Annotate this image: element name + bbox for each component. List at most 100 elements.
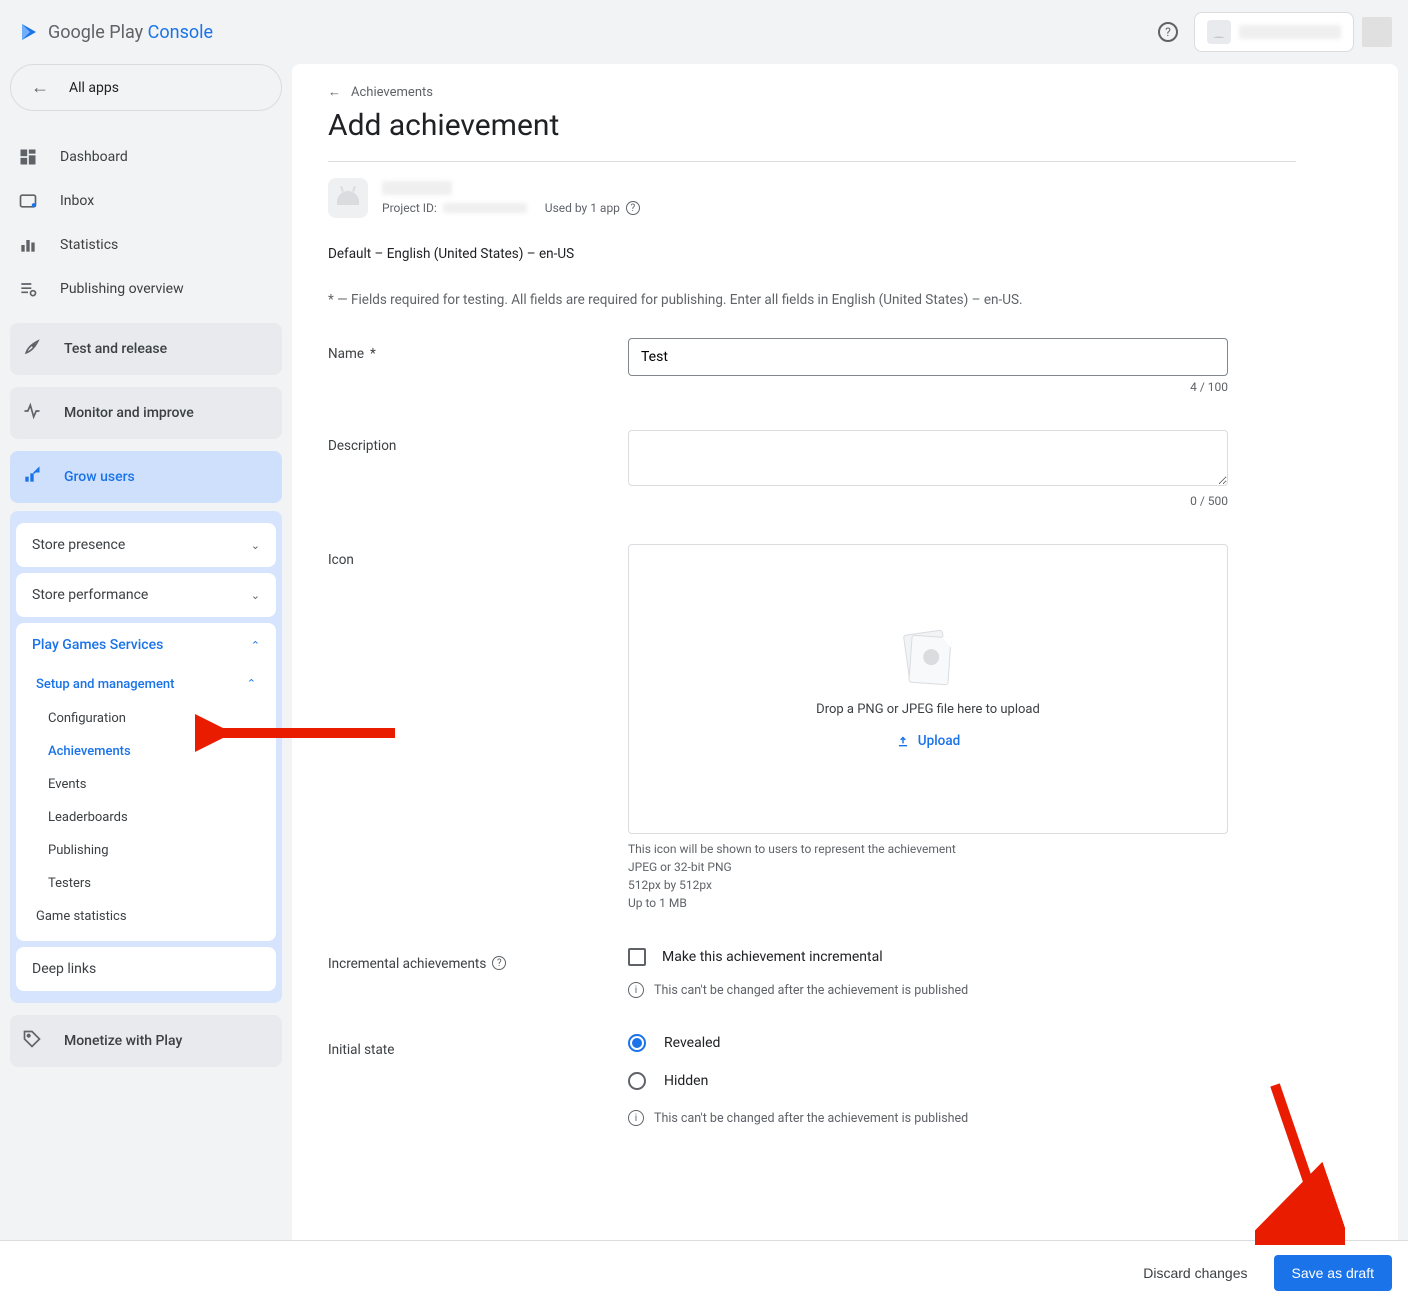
tag-icon — [22, 1029, 42, 1053]
sidebar-item-events[interactable]: Events — [16, 768, 276, 801]
icon-help-line: Up to 1 MB — [628, 894, 1228, 912]
info-icon: i — [628, 982, 644, 998]
name-char-count: 4 / 100 — [628, 380, 1228, 394]
info-icon: i — [628, 1110, 644, 1126]
icon-help-line: This icon will be shown to users to repr… — [628, 840, 1228, 858]
description-char-count: 0 / 500 — [628, 494, 1228, 508]
help-icon[interactable]: ? — [1158, 22, 1178, 42]
sidebar-card-label: Deep links — [32, 961, 96, 977]
required-star: * — [370, 346, 376, 362]
sidebar-item-game-statistics[interactable]: Game statistics — [16, 900, 276, 933]
dashboard-icon — [18, 147, 38, 167]
breadcrumb-label: Achievements — [351, 85, 433, 100]
android-icon — [1207, 20, 1231, 44]
icon-dropzone[interactable]: Drop a PNG or JPEG file here to upload U… — [628, 544, 1228, 834]
all-apps-label: All apps — [69, 80, 119, 96]
page-title: Add achievement — [328, 108, 1296, 143]
info-text: This can't be changed after the achievem… — [654, 1111, 968, 1126]
brand-text-grey: Google Play — [48, 22, 143, 43]
sidebar-subgroup-setup-management[interactable]: Setup and management ⌃ — [16, 667, 276, 702]
sidebar-group-grow-users[interactable]: Grow users — [10, 451, 282, 503]
sidebar-item-dashboard[interactable]: Dashboard — [10, 135, 282, 179]
sidebar-item-inbox[interactable]: Inbox — [10, 179, 282, 223]
sidebar-item-publishing-overview[interactable]: Publishing overview — [10, 267, 282, 311]
incremental-label: Incremental achievements — [328, 956, 486, 972]
project-used-by: Used by 1 app — [545, 201, 620, 215]
chevron-down-icon: ⌄ — [251, 539, 260, 552]
sidebar-item-label: Dashboard — [60, 149, 128, 165]
play-triangle-icon — [16, 20, 40, 44]
chevron-up-icon: ⌃ — [251, 639, 260, 652]
radio-hidden-label: Hidden — [664, 1073, 708, 1089]
project-id-label: Project ID: — [382, 201, 437, 215]
sidebar-item-publishing[interactable]: Publishing — [16, 834, 276, 867]
inbox-icon — [18, 191, 38, 211]
statistics-icon — [18, 235, 38, 255]
monitor-icon — [22, 401, 42, 425]
info-text: This can't be changed after the achievem… — [654, 983, 968, 998]
sidebar-group-monetize[interactable]: Monetize with Play — [10, 1015, 282, 1067]
rocket-icon — [22, 337, 42, 361]
sidebar-card-deep-links[interactable]: Deep links — [16, 947, 276, 991]
sidebar-item-statistics[interactable]: Statistics — [10, 223, 282, 267]
chevron-down-icon: ⌄ — [251, 589, 260, 602]
sidebar-card-play-games-services[interactable]: Play Games Services ⌃ — [16, 623, 276, 667]
sidebar-subgroup-label: Setup and management — [36, 677, 175, 692]
icon-help-line: 512px by 512px — [628, 876, 1228, 894]
icon-help-line: JPEG or 32-bit PNG — [628, 858, 1228, 876]
incremental-checkbox-label: Make this achievement incremental — [662, 949, 883, 965]
initial-state-label: Initial state — [328, 1042, 394, 1058]
project-name-redacted — [382, 181, 452, 195]
chevron-up-icon: ⌃ — [247, 677, 256, 692]
name-label: Name — [328, 346, 364, 362]
sidebar-card-label: Store performance — [32, 587, 148, 603]
sidebar-item-label: Statistics — [60, 237, 118, 253]
save-as-draft-button[interactable]: Save as draft — [1274, 1255, 1393, 1291]
incremental-checkbox[interactable] — [628, 948, 646, 966]
project-id-redacted — [443, 203, 527, 213]
all-apps-button[interactable]: ← All apps — [10, 64, 282, 111]
help-icon[interactable]: ? — [626, 201, 640, 215]
radio-revealed-label: Revealed — [664, 1035, 720, 1051]
upload-icon — [896, 734, 910, 748]
sidebar-item-leaderboards[interactable]: Leaderboards — [16, 801, 276, 834]
user-avatar[interactable] — [1362, 17, 1392, 47]
sidebar-card-store-presence[interactable]: Store presence ⌄ — [16, 523, 276, 567]
sidebar-item-configuration[interactable]: Configuration — [16, 702, 276, 735]
upload-link[interactable]: Upload — [896, 733, 960, 749]
app-selector[interactable] — [1194, 12, 1354, 52]
sidebar-item-testers[interactable]: Testers — [16, 867, 276, 900]
project-icon — [328, 178, 368, 218]
dropzone-text: Drop a PNG or JPEG file here to upload — [816, 702, 1040, 717]
icon-label: Icon — [328, 552, 354, 568]
sidebar-card-label: Store presence — [32, 537, 125, 553]
grow-icon — [22, 465, 42, 489]
sidebar-group-label: Test and release — [64, 341, 167, 357]
description-input[interactable] — [628, 430, 1228, 486]
brand-text-blue: Console — [143, 22, 213, 43]
sidebar-item-label: Publishing overview — [60, 281, 184, 297]
arrow-left-icon: ← — [328, 84, 341, 100]
publishing-overview-icon — [18, 279, 38, 299]
sidebar-card-label: Play Games Services — [32, 637, 163, 653]
breadcrumb-back[interactable]: ← Achievements — [328, 84, 1296, 100]
sidebar-group-label: Monitor and improve — [64, 405, 194, 421]
help-icon[interactable]: ? — [492, 956, 506, 970]
discard-changes-button[interactable]: Discard changes — [1129, 1255, 1261, 1291]
arrow-left-icon: ← — [31, 77, 49, 98]
sidebar-group-test-release[interactable]: Test and release — [10, 323, 282, 375]
app-name-redacted — [1239, 25, 1341, 39]
sidebar-group-label: Monetize with Play — [64, 1033, 182, 1049]
radio-revealed[interactable] — [628, 1034, 646, 1052]
sidebar-group-monitor-improve[interactable]: Monitor and improve — [10, 387, 282, 439]
upload-link-label: Upload — [918, 733, 960, 749]
sidebar-item-label: Inbox — [60, 193, 94, 209]
sidebar-item-achievements[interactable]: Achievements — [16, 735, 276, 768]
logo[interactable]: Google Play Console — [16, 20, 213, 44]
radio-hidden[interactable] — [628, 1072, 646, 1090]
sidebar-group-label: Grow users — [64, 469, 135, 485]
file-stack-icon — [900, 630, 956, 686]
name-input[interactable] — [628, 338, 1228, 376]
language-line: Default – English (United States) – en-U… — [328, 246, 1296, 262]
sidebar-card-store-performance[interactable]: Store performance ⌄ — [16, 573, 276, 617]
